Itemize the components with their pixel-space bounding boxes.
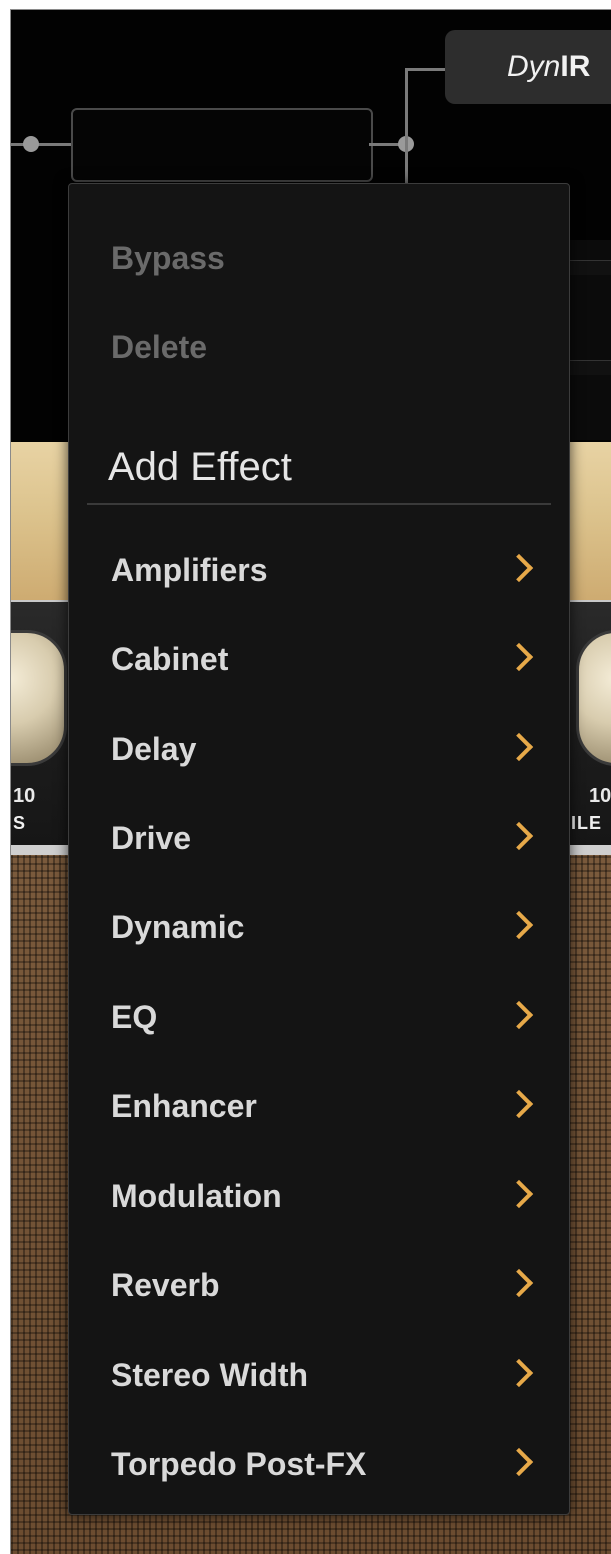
menu-item-label: Cabinet <box>111 641 229 677</box>
chevron-right-icon <box>504 1089 534 1119</box>
menu-item-drive[interactable]: Drive <box>69 798 569 878</box>
chevron-right-icon <box>504 1179 534 1209</box>
chevron-right-icon <box>504 1000 534 1030</box>
chevron-right-icon <box>504 732 534 762</box>
menu-item-label: Delete <box>111 329 208 365</box>
menu-item-label: Amplifiers <box>111 552 268 588</box>
menu-item-reverb[interactable]: Reverb <box>69 1245 569 1325</box>
chevron-right-icon <box>504 910 534 940</box>
menu-item-label: Stereo Width <box>111 1357 309 1393</box>
menu-item-label: EQ <box>111 999 158 1035</box>
chevron-right-icon <box>504 642 534 672</box>
dynir-module[interactable]: DynIR <box>445 30 611 104</box>
menu-item-cabinet[interactable]: Cabinet <box>69 619 569 699</box>
chevron-right-icon <box>504 1358 534 1388</box>
chevron-right-icon <box>504 1447 534 1477</box>
menu-divider <box>87 503 551 505</box>
menu-item-label: Reverb <box>111 1267 220 1303</box>
menu-item-delete[interactable]: Delete <box>69 307 569 387</box>
menu-header-label: Add Effect <box>108 445 292 489</box>
menu-item-label: Enhancer <box>111 1088 257 1124</box>
menu-item-enhancer[interactable]: Enhancer <box>69 1066 569 1146</box>
menu-item-torpedo-post-fx[interactable]: Torpedo Post-FX <box>69 1424 569 1504</box>
menu-item-bypass[interactable]: Bypass <box>69 218 569 298</box>
chevron-right-icon <box>504 821 534 851</box>
menu-item-amplifiers[interactable]: Amplifiers <box>69 530 569 610</box>
knob-label-left: S <box>13 813 27 833</box>
amp-knob-right[interactable] <box>576 630 611 766</box>
dynir-label-bold: IR <box>560 50 591 83</box>
menu-item-eq[interactable]: EQ <box>69 977 569 1057</box>
menu-item-dynamic[interactable]: Dynamic <box>69 887 569 967</box>
chain-wire-up <box>405 68 408 148</box>
knob-scale-right: 10 <box>589 785 611 807</box>
context-menu: Bypass Delete Add Effect Amplifiers Cabi… <box>68 183 570 1515</box>
menu-item-label: Modulation <box>111 1178 282 1214</box>
chain-wire-down <box>405 148 408 188</box>
menu-item-label: Bypass <box>111 240 225 276</box>
knob-scale-left: 10 <box>13 785 36 807</box>
menu-item-label: Delay <box>111 731 197 767</box>
menu-item-stereo-width[interactable]: Stereo Width <box>69 1335 569 1415</box>
menu-item-modulation[interactable]: Modulation <box>69 1156 569 1236</box>
chain-node-left <box>23 136 39 152</box>
chevron-right-icon <box>504 1268 534 1298</box>
amp-knob-left[interactable] <box>11 630 67 766</box>
menu-item-label: Drive <box>111 820 192 856</box>
menu-item-label: Dynamic <box>111 909 245 945</box>
chevron-right-icon <box>504 553 534 583</box>
chain-wire-left <box>11 143 71 146</box>
knob-label-right: ILE <box>571 813 603 833</box>
dynir-label-italic: Dyn <box>507 50 561 83</box>
menu-item-delay[interactable]: Delay <box>69 709 569 789</box>
menu-item-label: Torpedo Post-FX <box>111 1446 367 1482</box>
chain-wire-to-dynir <box>405 68 450 71</box>
menu-header-add-effect: Add Effect <box>69 427 569 507</box>
effect-slot-empty[interactable] <box>71 108 373 182</box>
plugin-window: 10 S 10 ILE DynIR Bypass Delete Add Effe… <box>10 9 611 1554</box>
